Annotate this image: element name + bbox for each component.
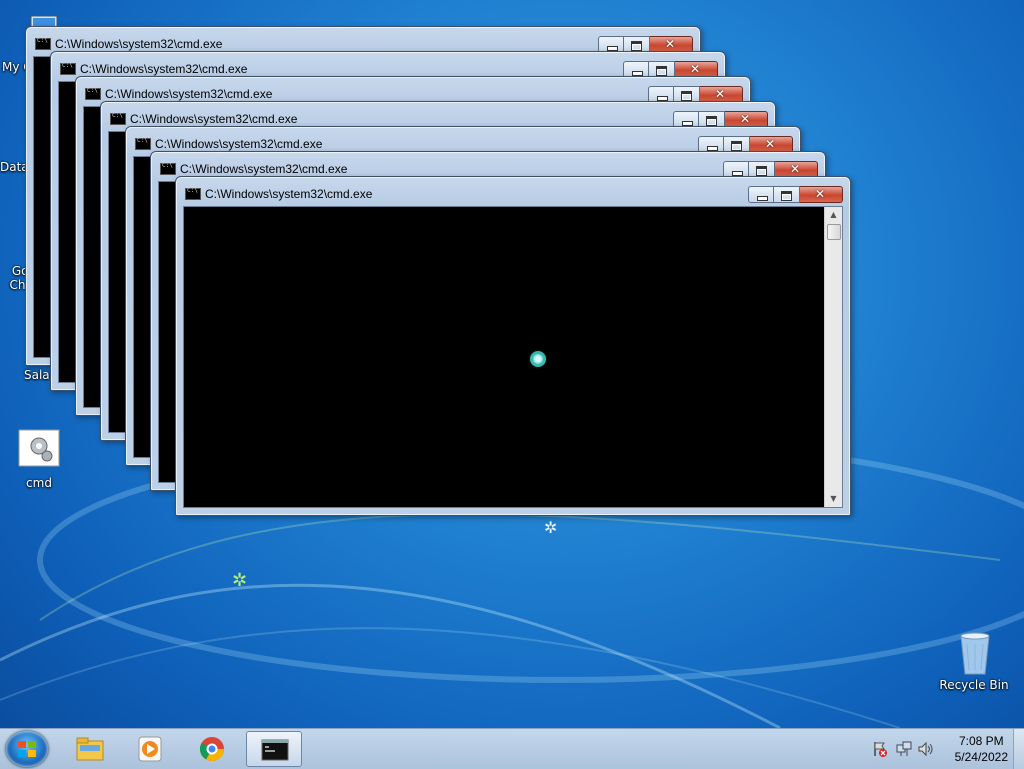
window-title: C:\Windows\system32\cmd.exe — [55, 37, 223, 51]
svg-text:✲: ✲ — [544, 518, 557, 537]
cmd-icon — [35, 37, 51, 50]
window-title: C:\Windows\system32\cmd.exe — [180, 162, 348, 176]
scrollbar-thumb[interactable] — [827, 224, 841, 240]
title-bar[interactable]: C:\Windows\system32\cmd.exe — [101, 102, 775, 128]
scroll-down-arrow-icon[interactable]: ▼ — [825, 491, 842, 507]
folder-icon — [76, 737, 104, 761]
vertical-scrollbar[interactable]: ▲ ▼ — [824, 207, 842, 507]
chrome-icon — [199, 737, 224, 762]
system-tray: 7:08 PM 5/24/2022 — [864, 729, 1024, 769]
taskbar-media-player-button[interactable] — [122, 731, 178, 767]
cmd-icon — [110, 112, 126, 125]
window-title: C:\Windows\system32\cmd.exe — [130, 112, 298, 126]
show-desktop-button[interactable] — [1013, 729, 1024, 769]
cmd-icon — [160, 162, 176, 175]
clock-time: 7:08 PM — [958, 734, 1004, 748]
minimize-button[interactable] — [748, 186, 774, 203]
title-bar[interactable]: C:\Windows\system32\cmd.exe — [51, 52, 725, 78]
cmd-icon — [261, 739, 289, 761]
cmd-icon — [185, 187, 201, 200]
window-title: C:\Windows\system32\cmd.exe — [205, 187, 373, 201]
title-bar[interactable]: C:\Windows\system32\cmd.exe — [26, 27, 700, 53]
close-button[interactable] — [800, 186, 843, 203]
recycle-bin-icon — [953, 630, 997, 675]
desktop-icon-cmd[interactable]: cmd — [4, 428, 74, 490]
network-icon[interactable] — [896, 741, 912, 757]
desktop-icon-recycle-bin[interactable]: Recycle Bin — [939, 630, 1010, 692]
cmd-window-active[interactable]: C:\Windows\system32\cmd.exe ▲ ▼ — [175, 176, 851, 516]
title-bar[interactable]: C:\Windows\system32\cmd.exe — [151, 152, 825, 178]
clock-date: 5/24/2022 — [954, 750, 1008, 764]
desktop-icon-label: cmd — [26, 476, 52, 490]
cmd-shortcut-icon — [17, 428, 61, 472]
desktop-icon-label: Recycle Bin — [939, 678, 1009, 692]
start-button[interactable] — [6, 731, 48, 767]
title-bar[interactable]: C:\Windows\system32\cmd.exe — [76, 77, 750, 103]
window-title: C:\Windows\system32\cmd.exe — [105, 87, 273, 101]
taskbar: 7:08 PM 5/24/2022 — [0, 728, 1024, 769]
volume-icon[interactable] — [918, 741, 934, 757]
scroll-up-arrow-icon[interactable]: ▲ — [825, 207, 842, 223]
title-bar[interactable]: C:\Windows\system32\cmd.exe — [176, 177, 850, 203]
action-center-flag-icon[interactable] — [872, 741, 888, 757]
console-area[interactable]: ▲ ▼ — [183, 206, 843, 508]
maximize-button[interactable] — [774, 186, 800, 203]
cmd-icon — [60, 62, 76, 75]
cmd-icon — [85, 87, 101, 100]
clock[interactable]: 7:08 PM 5/24/2022 — [955, 733, 1008, 765]
busy-cursor-icon — [530, 351, 546, 367]
taskbar-explorer-button[interactable] — [62, 731, 118, 767]
title-bar[interactable]: C:\Windows\system32\cmd.exe — [126, 127, 800, 153]
taskbar-chrome-button[interactable] — [184, 731, 240, 767]
media-player-icon — [138, 736, 162, 762]
window-title: C:\Windows\system32\cmd.exe — [80, 62, 248, 76]
taskbar-cmd-button[interactable] — [246, 731, 302, 767]
svg-text:✲: ✲ — [232, 570, 247, 591]
window-title: C:\Windows\system32\cmd.exe — [155, 137, 323, 151]
cmd-icon — [135, 137, 151, 150]
